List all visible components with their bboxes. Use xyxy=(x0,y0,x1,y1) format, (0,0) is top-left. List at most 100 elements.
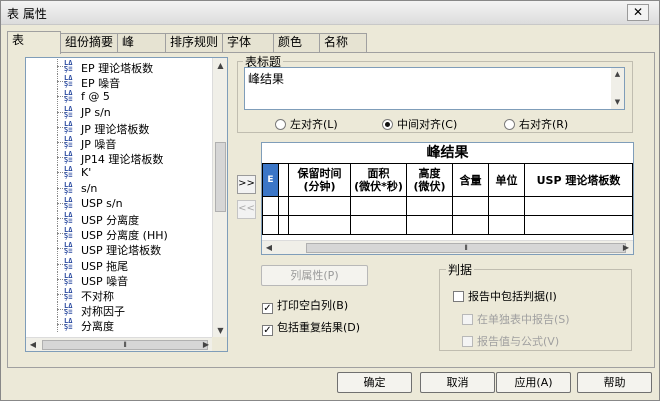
field-icon: LΔ Ş≡ xyxy=(64,241,73,256)
align-center-radio[interactable]: 中间对齐(C) xyxy=(382,116,457,131)
field-icon: LΔ Ş≡ xyxy=(64,119,73,134)
close-button[interactable]: ✕ xyxy=(627,4,649,21)
scroll-down-icon[interactable]: ▼ xyxy=(213,323,227,338)
scroll-left-icon[interactable]: ◀ xyxy=(26,338,40,351)
tree-item[interactable]: LΔ Ş≡ K' xyxy=(26,165,213,181)
tab-color[interactable]: 颜色 xyxy=(273,33,320,52)
scroll-right-icon[interactable]: ▶ xyxy=(619,241,633,254)
grid-hscroll-thumb[interactable]: ⦀ xyxy=(306,243,626,253)
scroll-up-icon[interactable]: ▲ xyxy=(213,58,227,73)
tab-name[interactable]: 名称 xyxy=(319,33,367,52)
grid-column-header[interactable]: 含量 xyxy=(452,163,489,197)
grid-cell xyxy=(406,196,453,216)
field-icon: LΔ Ş≡ xyxy=(64,180,73,195)
align-left-label: 左对齐(L) xyxy=(290,118,338,131)
column-preview-grid[interactable]: 峰结果 E 保留时间 (分钟) 面积 (微伏*秒) 高度 (微伏) 含量 单位 USP 理论… xyxy=(261,142,634,255)
field-icon: LΔ Ş≡ xyxy=(64,226,73,241)
tree-item[interactable]: LΔ Ş≡ USP 噪音 xyxy=(26,271,213,288)
help-button[interactable]: 帮助 xyxy=(577,372,652,393)
field-icon: LΔ Ş≡ xyxy=(64,74,73,89)
apply-button[interactable]: 应用(A) xyxy=(496,372,571,393)
align-right-radio[interactable]: 右对齐(R) xyxy=(504,116,569,131)
tree-item-label: 分离度 xyxy=(81,320,114,334)
grid-cell xyxy=(288,215,351,235)
tree-item[interactable]: LΔ Ş≡ JP 理论塔板数 xyxy=(26,119,213,136)
grid-horizontal-scrollbar[interactable]: ◀ ⦀ ▶ xyxy=(262,240,633,254)
grid-cell xyxy=(452,215,489,235)
table-title-input[interactable]: 峰结果 ▲ ▼ xyxy=(244,67,625,110)
field-icon: LΔ Ş≡ xyxy=(64,135,73,149)
scroll-left-icon[interactable]: ◀ xyxy=(262,241,276,254)
tree-item[interactable]: LΔ Ş≡ JP 噪音 xyxy=(26,135,213,151)
report-values-label: 报告值与公式(V) xyxy=(477,335,560,348)
radio-dot xyxy=(275,119,286,130)
tree-item[interactable]: LΔ Ş≡ EP 理论塔板数 xyxy=(26,59,213,75)
add-column-button[interactable]: >> xyxy=(237,175,256,194)
tree-item[interactable]: LΔ Ş≡ USP s/n xyxy=(26,195,213,211)
grid-cell xyxy=(488,196,525,216)
tree-hscroll-thumb[interactable]: ⦀ xyxy=(42,340,208,350)
tree-horizontal-scrollbar[interactable]: ◀ ⦀ ▶ xyxy=(26,337,213,351)
grid-column-header[interactable]: 面积 (微伏*秒) xyxy=(350,163,407,197)
include-judgement-checkbox[interactable]: 报告中包括判据(I) xyxy=(453,288,557,303)
cancel-button[interactable]: 取消 xyxy=(420,372,495,393)
tree-item[interactable]: LΔ Ş≡ 不对称 xyxy=(26,287,213,303)
tree-scroll-thumb[interactable] xyxy=(215,142,226,212)
tree-item-label: JP s/n xyxy=(81,105,111,119)
tree-item[interactable]: LΔ Ş≡ s/n xyxy=(26,180,213,196)
tree-item[interactable]: LΔ Ş≡ JP14 理论塔板数 xyxy=(26,150,213,166)
field-icon: LΔ Ş≡ xyxy=(64,104,73,119)
remove-column-button[interactable]: << xyxy=(237,200,256,219)
grid-column-header[interactable] xyxy=(278,163,289,197)
field-icon: LΔ Ş≡ xyxy=(64,195,73,210)
grid-cell xyxy=(452,196,489,216)
field-icon: LΔ Ş≡ xyxy=(64,317,73,332)
grid-row xyxy=(262,196,633,216)
align-right-label: 右对齐(R) xyxy=(519,118,569,131)
scroll-down-icon[interactable]: ▼ xyxy=(611,96,624,109)
align-left-radio[interactable]: 左对齐(L) xyxy=(275,116,338,131)
field-icon: LΔ Ş≡ xyxy=(64,302,73,317)
grid-column-header[interactable]: 单位 xyxy=(488,163,525,197)
tree-item[interactable]: LΔ Ş≡ USP 分离度 (HH) xyxy=(26,226,213,242)
grid-column-header[interactable]: 保留时间 (分钟) xyxy=(288,163,351,197)
grid-column-header[interactable]: 高度 (微伏) xyxy=(406,163,453,197)
grid-cell xyxy=(262,196,279,216)
tree-item[interactable]: LΔ Ş≡ 分离度 xyxy=(26,317,213,334)
scroll-right-icon[interactable]: ▶ xyxy=(199,338,213,351)
checkbox-empty xyxy=(462,336,473,347)
tree-item[interactable]: LΔ Ş≡ 对称因子 xyxy=(26,302,213,318)
include-duplicate-results-checkbox[interactable]: ✓ 包括重复结果(D) xyxy=(262,319,360,336)
grid-column-header[interactable]: E xyxy=(262,163,279,197)
column-properties-button[interactable]: 列属性(P) xyxy=(261,265,368,286)
title-input-scrollbar[interactable]: ▲ ▼ xyxy=(611,68,624,109)
radio-dot-selected xyxy=(382,119,393,130)
tab-peak[interactable]: 峰 xyxy=(117,33,166,52)
tree-item-label: K' xyxy=(81,166,92,180)
tab-component-summary[interactable]: 组份摘要 xyxy=(60,33,118,52)
ok-button[interactable]: 确定 xyxy=(337,372,412,393)
tree-item[interactable]: LΔ Ş≡ USP 分离度 xyxy=(26,211,213,227)
tree-item[interactable]: LΔ Ş≡ USP 拖尾 xyxy=(26,256,213,273)
separate-table-checkbox[interactable]: 在单独表中报告(S) xyxy=(462,311,570,326)
grid-cell xyxy=(524,215,633,235)
grid-cell xyxy=(488,215,525,235)
tab-strip: 表 组份摘要 峰 排序规则 字体 颜色 名称 xyxy=(7,31,653,54)
grid-cell xyxy=(350,196,407,216)
tab-table[interactable]: 表 xyxy=(7,31,61,54)
separate-table-label: 在单独表中报告(S) xyxy=(477,313,570,326)
tree-item[interactable]: LΔ Ş≡ EP 噪音 xyxy=(26,74,213,90)
report-values-checkbox[interactable]: 报告值与公式(V) xyxy=(462,333,560,348)
tree-item[interactable]: LΔ Ş≡ USP 理论塔板数 xyxy=(26,241,213,257)
field-icon: LΔ Ş≡ xyxy=(64,271,73,286)
tree-item-label: USP s/n xyxy=(81,196,123,210)
print-blank-columns-checkbox[interactable]: ✓ 打印空白列(B) xyxy=(262,297,348,314)
tree-vertical-scrollbar[interactable]: ▲ ▼ xyxy=(212,58,227,338)
tab-font[interactable]: 字体 xyxy=(222,33,274,52)
tab-sort-rules[interactable]: 排序规则 xyxy=(165,33,223,52)
grid-column-header[interactable]: USP 理论塔板数 xyxy=(524,163,633,197)
tree-item[interactable]: LΔ Ş≡ f @ 5 xyxy=(26,89,213,105)
tree-item[interactable]: LΔ Ş≡ JP s/n xyxy=(26,104,213,120)
field-tree[interactable]: LΔ Ş≡ EP 理论塔板数 LΔ Ş≡ EP 噪音 LΔ Ş≡ f @ 5 LΔ Ş≡ JP s/n… xyxy=(25,57,228,352)
scroll-up-icon[interactable]: ▲ xyxy=(611,68,624,81)
